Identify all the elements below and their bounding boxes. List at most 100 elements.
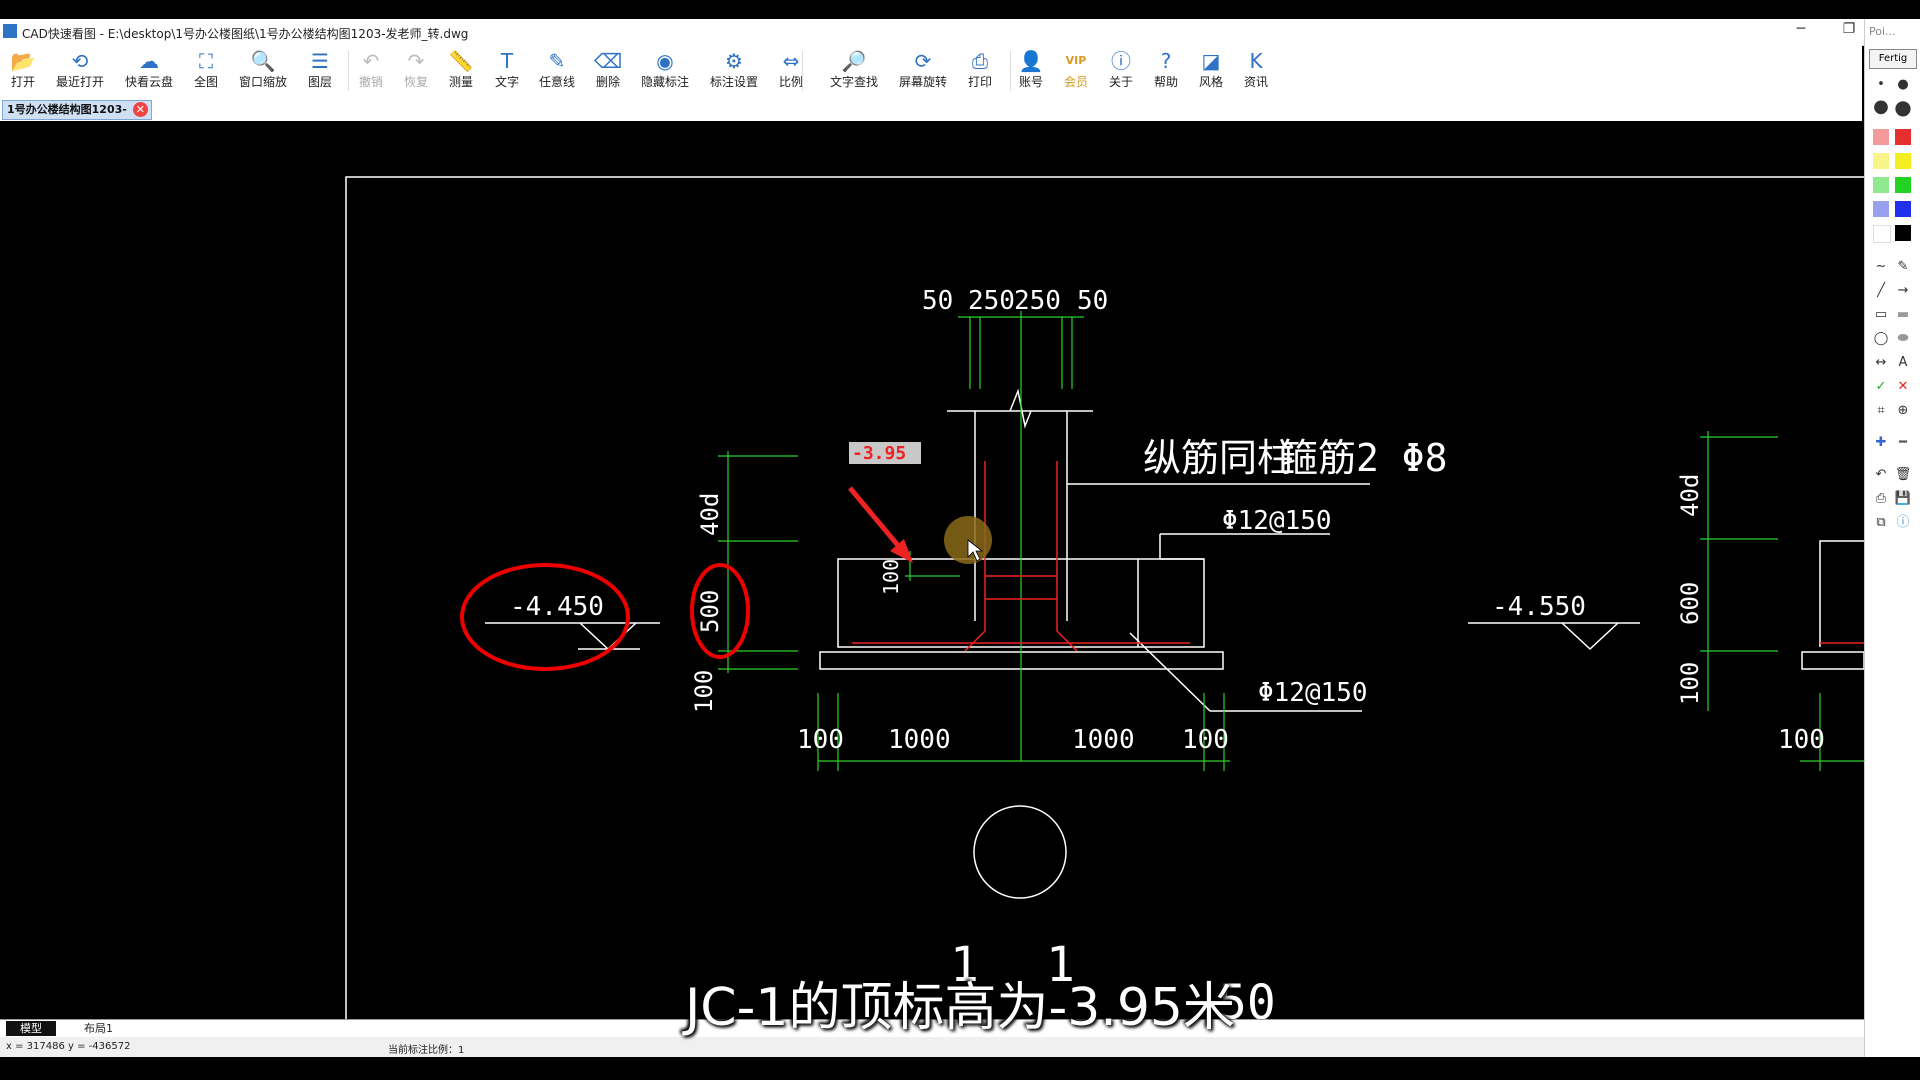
toolbar-print-button[interactable]: ⎙ 打印 (952, 47, 1008, 95)
crop-icon[interactable]: ⌗ (1871, 401, 1891, 421)
color-red-light[interactable] (1873, 129, 1889, 145)
text-icon: T (500, 49, 514, 73)
toolbar-scale-button[interactable]: ⇔ 比例 (763, 47, 819, 95)
point-large-icon[interactable]: ● (1871, 97, 1891, 117)
print-side-icon[interactable]: ⎙ (1871, 489, 1891, 509)
toolbar-zoomwin-button[interactable]: 🔍 窗口缩放 (235, 47, 291, 95)
toolbar-news-label: 资讯 (1243, 75, 1268, 89)
drawing-canvas[interactable]: -3.95 50 250 250 50 纵筋同柱 箍筋2 Φ8 Φ12@150 … (0, 121, 1864, 1019)
color-blue-light[interactable] (1873, 201, 1889, 217)
toolbar-hidemark-button[interactable]: ◉ 隐藏标注 (637, 47, 693, 95)
elevation-left: -4.450 (510, 592, 604, 622)
minus-icon[interactable]: ━ (1893, 433, 1913, 453)
cad-drawing: -3.95 50 250 250 50 纵筋同柱 箍筋2 Φ8 Φ12@150 … (345, 176, 1864, 1019)
toolbar-cloud-button[interactable]: ☁ 快看云盘 (121, 47, 177, 95)
line-icon[interactable]: ╱ (1871, 281, 1891, 301)
top-dim-3: 250 (1014, 286, 1061, 316)
minimize-button[interactable]: ─ (1786, 21, 1816, 37)
toolbar-scale-label: 比例 (778, 75, 803, 89)
color-blue[interactable] (1895, 201, 1911, 217)
text-tool-icon[interactable]: A (1893, 353, 1913, 373)
ellipse-icon[interactable]: ◯ (1871, 329, 1891, 349)
plus-icon[interactable]: ✚ (1871, 433, 1891, 453)
toolbar-open-button[interactable]: 📂 打开 (0, 47, 51, 95)
toolbar-text-button[interactable]: T 文字 (479, 47, 535, 95)
color-red[interactable] (1895, 129, 1911, 145)
right-dim-100: 100 (1676, 662, 1704, 705)
double-arrow-icon[interactable]: ↔ (1871, 353, 1891, 373)
dim-40d-left: 40d (696, 493, 724, 536)
history-icon: ⟲ (71, 49, 89, 73)
dim-100-inner: 100 (879, 559, 903, 595)
toolbar-findtext-label: 文字查找 (829, 75, 878, 89)
scale-icon: ⇔ (782, 49, 800, 73)
undo-side-icon[interactable]: ↶ (1871, 465, 1891, 485)
main-toolbar: 📂 打开 ⟲ 最近打开 ☁ 快看云盘 ⛶ 全图 🔍 窗口缩放 ☰ 图层 ↶ 撤销 ↷ 恢复 📏 测量 T 文字 ✎ 任意线… (0, 45, 1862, 97)
bottom-dim-2: 1000 (888, 725, 951, 755)
title-bar: CAD快速看图 - E:\desktop\1号办公楼图纸\1号办公楼结构图120… (0, 19, 1920, 46)
point-xlarge-icon[interactable]: ● (1893, 97, 1913, 117)
printer-icon: ⎙ (972, 49, 988, 73)
toolbar-separator (348, 51, 349, 91)
color-white[interactable] (1873, 225, 1891, 243)
toolbar-news-button[interactable]: K 资讯 (1228, 47, 1284, 95)
toolbar-recent-button[interactable]: ⟲ 最近打开 (52, 47, 108, 95)
close-tab-icon[interactable]: ✕ (132, 102, 148, 117)
toolbar-rotate-label: 屏幕旋转 (898, 75, 947, 89)
color-green-light[interactable] (1873, 177, 1889, 193)
trash-icon[interactable]: 🗑 (1893, 465, 1913, 485)
zoom-window-icon: 🔍 (250, 49, 276, 73)
pencil-icon[interactable]: ✎ (1893, 257, 1913, 277)
toolbar-print-label: 打印 (967, 75, 992, 89)
section-circle (973, 805, 1067, 899)
window-title: CAD快速看图 - E:\desktop\1号办公楼图纸\1号办公楼结构图120… (22, 27, 469, 41)
toolbar-recent-label: 最近打开 (55, 75, 104, 89)
cross-icon[interactable]: ✕ (1893, 377, 1913, 397)
info-side-icon[interactable]: ⓘ (1893, 513, 1913, 533)
toolbar-erase-button[interactable]: ⌫ 删除 (580, 47, 636, 95)
side-drawing-panel: Poi... Fertig • ● ● ● ∼ ✎ ╱ → ▭ ▬ ◯ ⬬ ↔ … (1864, 19, 1920, 1080)
color-green[interactable] (1895, 177, 1911, 193)
save-icon[interactable]: 💾 (1893, 489, 1913, 509)
bottom-black-bar (0, 1057, 1920, 1080)
filled-ellipse-icon[interactable]: ⬬ (1893, 329, 1913, 349)
copy-icon[interactable]: ⧉ (1871, 513, 1891, 533)
toolbar-findtext-button[interactable]: 🔎 文字查找 (826, 47, 882, 95)
rebar-top-label: Φ12@150 (1222, 506, 1332, 536)
point-small-icon[interactable]: • (1871, 75, 1891, 95)
point-medium-icon[interactable]: ● (1893, 75, 1913, 95)
filled-rectangle-icon[interactable]: ▬ (1893, 305, 1913, 325)
color-black[interactable] (1895, 225, 1911, 241)
video-subtitle: JC-1的顶标高为-3.95米 (684, 978, 1236, 1038)
check-icon[interactable]: ✓ (1871, 377, 1891, 397)
top-dim-1: 50 (922, 286, 953, 316)
color-yellow[interactable] (1895, 153, 1911, 169)
find-text-icon: 🔎 (841, 49, 867, 73)
toolbar-open-label: 打开 (10, 75, 35, 89)
rebar-bottom-label: Φ12@150 (1258, 678, 1368, 708)
bottom-dim-3: 1000 (1072, 725, 1135, 755)
toolbar-hidemark-label: 隐藏标注 (640, 75, 689, 89)
zoom-icon[interactable]: ⊕ (1893, 401, 1913, 421)
toolbar-cloud-label: 快看云盘 (124, 75, 173, 89)
document-tab[interactable]: 1号办公楼结构图1203- ✕ (2, 100, 152, 120)
annotation-scale: 当前标注比例：1 (388, 1045, 465, 1056)
rectangle-icon[interactable]: ▭ (1871, 305, 1891, 325)
note-main: 纵筋同柱 (1143, 436, 1295, 480)
freehand-icon[interactable]: ∼ (1871, 257, 1891, 277)
layers-icon: ☰ (311, 49, 329, 73)
toolbar-fullview-label: 全图 (193, 75, 218, 89)
done-button[interactable]: Fertig (1869, 49, 1917, 69)
toolbar-layers-label: 图层 (307, 75, 332, 89)
bottom-dim-1: 100 (797, 725, 844, 755)
toolbar-fullview-button[interactable]: ⛶ 全图 (178, 47, 234, 95)
restore-button[interactable]: ❐ (1834, 21, 1864, 37)
color-yellow-light[interactable] (1873, 153, 1889, 169)
eye-icon: ◉ (656, 49, 674, 73)
toolbar-marksettings-button[interactable]: ⚙ 标注设置 (706, 47, 762, 95)
toolbar-layers-button[interactable]: ☰ 图层 (292, 47, 348, 95)
toolbar-rotate-button[interactable]: ⟳ 屏幕旋转 (895, 47, 951, 95)
app-icon (3, 24, 17, 38)
arrow-icon[interactable]: → (1893, 281, 1913, 301)
toolbar-freeline-button[interactable]: ✎ 任意线 (529, 47, 585, 95)
